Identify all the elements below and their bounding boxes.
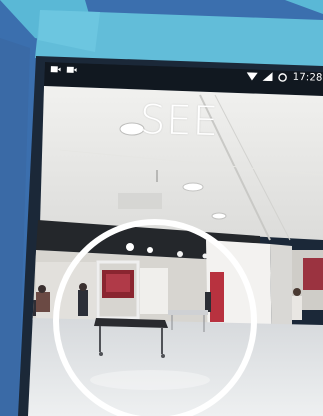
- promo-screen: 17:28 SEE: [0, 0, 323, 416]
- signal-icon: [262, 72, 273, 82]
- camera-icon: [66, 66, 77, 73]
- sync-icon: [278, 72, 288, 82]
- wifi-icon: [246, 72, 258, 81]
- status-right-icons: 17:28: [246, 70, 323, 84]
- mode-label: SEE: [139, 96, 220, 146]
- camera-icon: [50, 66, 61, 73]
- clock: 17:28: [292, 71, 323, 84]
- status-left-icons: [50, 65, 77, 74]
